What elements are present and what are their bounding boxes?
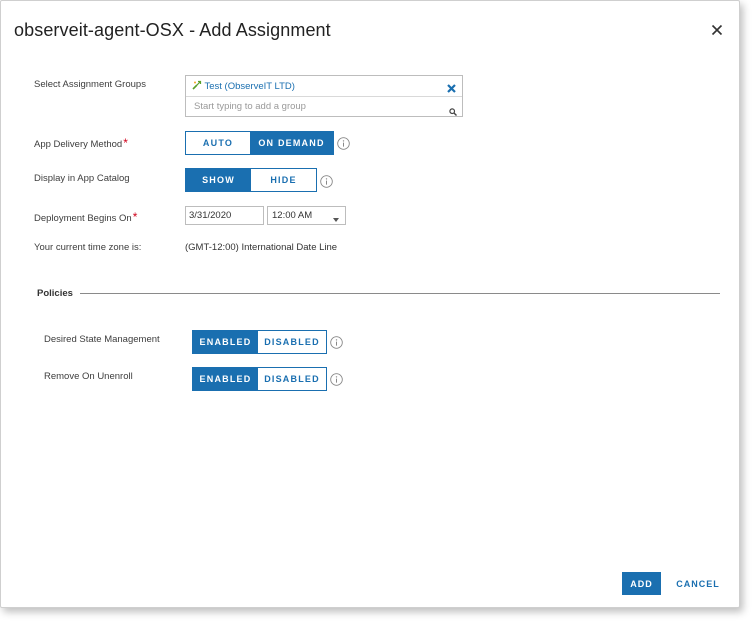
deployment-time-value: 12:00 AM	[272, 210, 313, 221]
display-in-catalog-toggle: SHOW HIDE	[185, 168, 317, 192]
timezone-value: (GMT-12:00) International Date Line	[185, 242, 338, 253]
group-divider	[186, 96, 462, 97]
display-hide-option[interactable]: HIDE	[251, 169, 316, 191]
chevron-down-icon	[333, 214, 339, 222]
display-show-option[interactable]: SHOW	[186, 169, 251, 191]
delivery-method-label-text: App Delivery Method	[34, 139, 123, 150]
add-button[interactable]: ADD	[622, 572, 661, 595]
group-search-input[interactable]	[187, 98, 450, 115]
add-assignment-dialog: observeit-agent-OSX - Add Assignment Sel…	[0, 0, 740, 608]
assignment-groups-field: Test (ObserveIT LTD)	[185, 75, 463, 117]
timezone-label: Your current time zone is:	[34, 242, 142, 253]
info-icon[interactable]	[330, 336, 343, 349]
search-icon	[449, 103, 457, 116]
remove-on-unenroll-label: Remove On Unenroll	[44, 371, 133, 382]
remove-disabled-option[interactable]: DISABLED	[258, 368, 326, 390]
group-chip: Test (ObserveIT LTD)	[192, 80, 295, 92]
assignment-groups-label: Select Assignment Groups	[34, 79, 146, 90]
delivery-method-label: App Delivery Method*	[34, 136, 128, 150]
cancel-button[interactable]: CANCEL	[673, 572, 723, 595]
remove-x-icon[interactable]	[446, 81, 457, 93]
deployment-time-select[interactable]: 12:00 AM	[267, 206, 346, 225]
delivery-on-demand-option[interactable]: ON DEMAND	[250, 132, 333, 154]
desired-state-toggle: ENABLED DISABLED	[192, 330, 327, 354]
deployment-date-input[interactable]	[185, 206, 264, 225]
desired-state-label: Desired State Management	[44, 334, 160, 345]
required-marker: *	[132, 210, 138, 224]
delivery-auto-option[interactable]: AUTO	[186, 132, 250, 154]
close-icon[interactable]	[707, 20, 727, 40]
group-chip-label: Test (ObserveIT LTD)	[204, 81, 295, 92]
info-icon[interactable]	[320, 175, 333, 188]
delivery-method-toggle: AUTO ON DEMAND	[185, 131, 334, 155]
smart-group-icon	[192, 80, 202, 90]
required-marker: *	[123, 136, 128, 150]
deployment-begins-label: Deployment Begins On*	[34, 210, 137, 224]
dialog-title: observeit-agent-OSX - Add Assignment	[14, 20, 331, 40]
desired-state-disabled-option[interactable]: DISABLED	[258, 331, 326, 353]
desired-state-enabled-option[interactable]: ENABLED	[193, 331, 258, 353]
display-in-catalog-label: Display in App Catalog	[34, 173, 130, 184]
info-icon[interactable]	[330, 373, 343, 386]
remove-on-unenroll-toggle: ENABLED DISABLED	[192, 367, 327, 391]
section-divider	[80, 293, 720, 294]
info-icon[interactable]	[337, 137, 350, 150]
remove-enabled-option[interactable]: ENABLED	[193, 368, 258, 390]
deployment-begins-label-text: Deployment Begins On	[34, 213, 132, 224]
policies-section-title: Policies	[37, 288, 73, 299]
